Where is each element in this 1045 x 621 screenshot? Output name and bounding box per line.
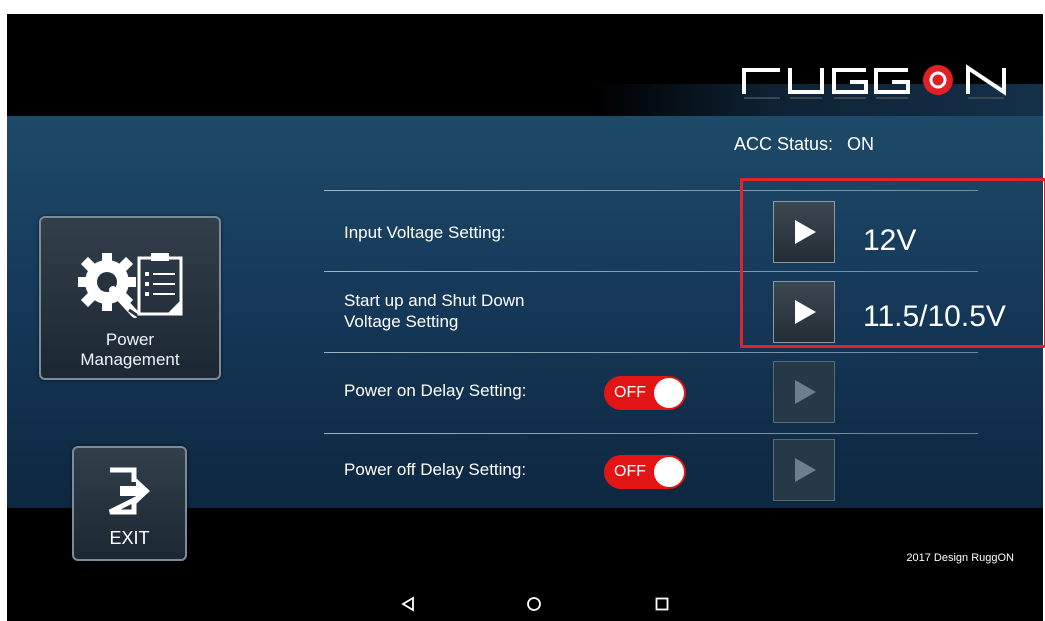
highlight-box bbox=[740, 178, 1045, 348]
back-icon[interactable] bbox=[396, 593, 420, 615]
power-management-label: Power Management bbox=[80, 330, 180, 369]
exit-button[interactable]: EXIT bbox=[72, 446, 187, 561]
power-off-delay-play-button[interactable] bbox=[773, 439, 835, 501]
power-on-delay-label: Power on Delay Setting: bbox=[344, 381, 527, 400]
ruggon-logo bbox=[742, 64, 1006, 99]
acc-status-value: ON bbox=[847, 134, 875, 154]
toggle-knob bbox=[654, 457, 684, 487]
power-on-delay-toggle[interactable]: OFF bbox=[604, 376, 686, 410]
power-off-delay-label: Power off Delay Setting: bbox=[344, 460, 527, 479]
row-separator bbox=[324, 352, 978, 353]
recents-icon[interactable] bbox=[650, 593, 674, 615]
power-on-delay-play-button[interactable] bbox=[773, 361, 835, 423]
copyright-text: 2017 Design RuggON bbox=[906, 552, 1014, 564]
power-management-button[interactable]: Power Management bbox=[39, 216, 221, 380]
toggle-state: OFF bbox=[614, 384, 646, 401]
toggle-knob bbox=[654, 378, 684, 408]
exit-label: EXIT bbox=[109, 528, 150, 548]
settings-gear-icon bbox=[78, 253, 183, 320]
row-separator bbox=[324, 433, 978, 434]
power-off-delay-toggle[interactable]: OFF bbox=[604, 455, 686, 489]
top-bar bbox=[7, 14, 1043, 116]
toggle-state: OFF bbox=[614, 463, 646, 480]
startup-shutdown-label: Start up and Shut Down Voltage Setting bbox=[344, 291, 525, 331]
android-nav-bar bbox=[7, 586, 1043, 621]
acc-status: ACC Status: ON bbox=[734, 134, 874, 155]
exit-icon bbox=[108, 467, 150, 515]
home-icon[interactable] bbox=[522, 593, 546, 615]
input-voltage-label: Input Voltage Setting: bbox=[344, 223, 506, 242]
play-icon bbox=[795, 458, 816, 482]
acc-status-label: ACC Status: bbox=[734, 134, 834, 154]
play-icon bbox=[795, 380, 816, 404]
